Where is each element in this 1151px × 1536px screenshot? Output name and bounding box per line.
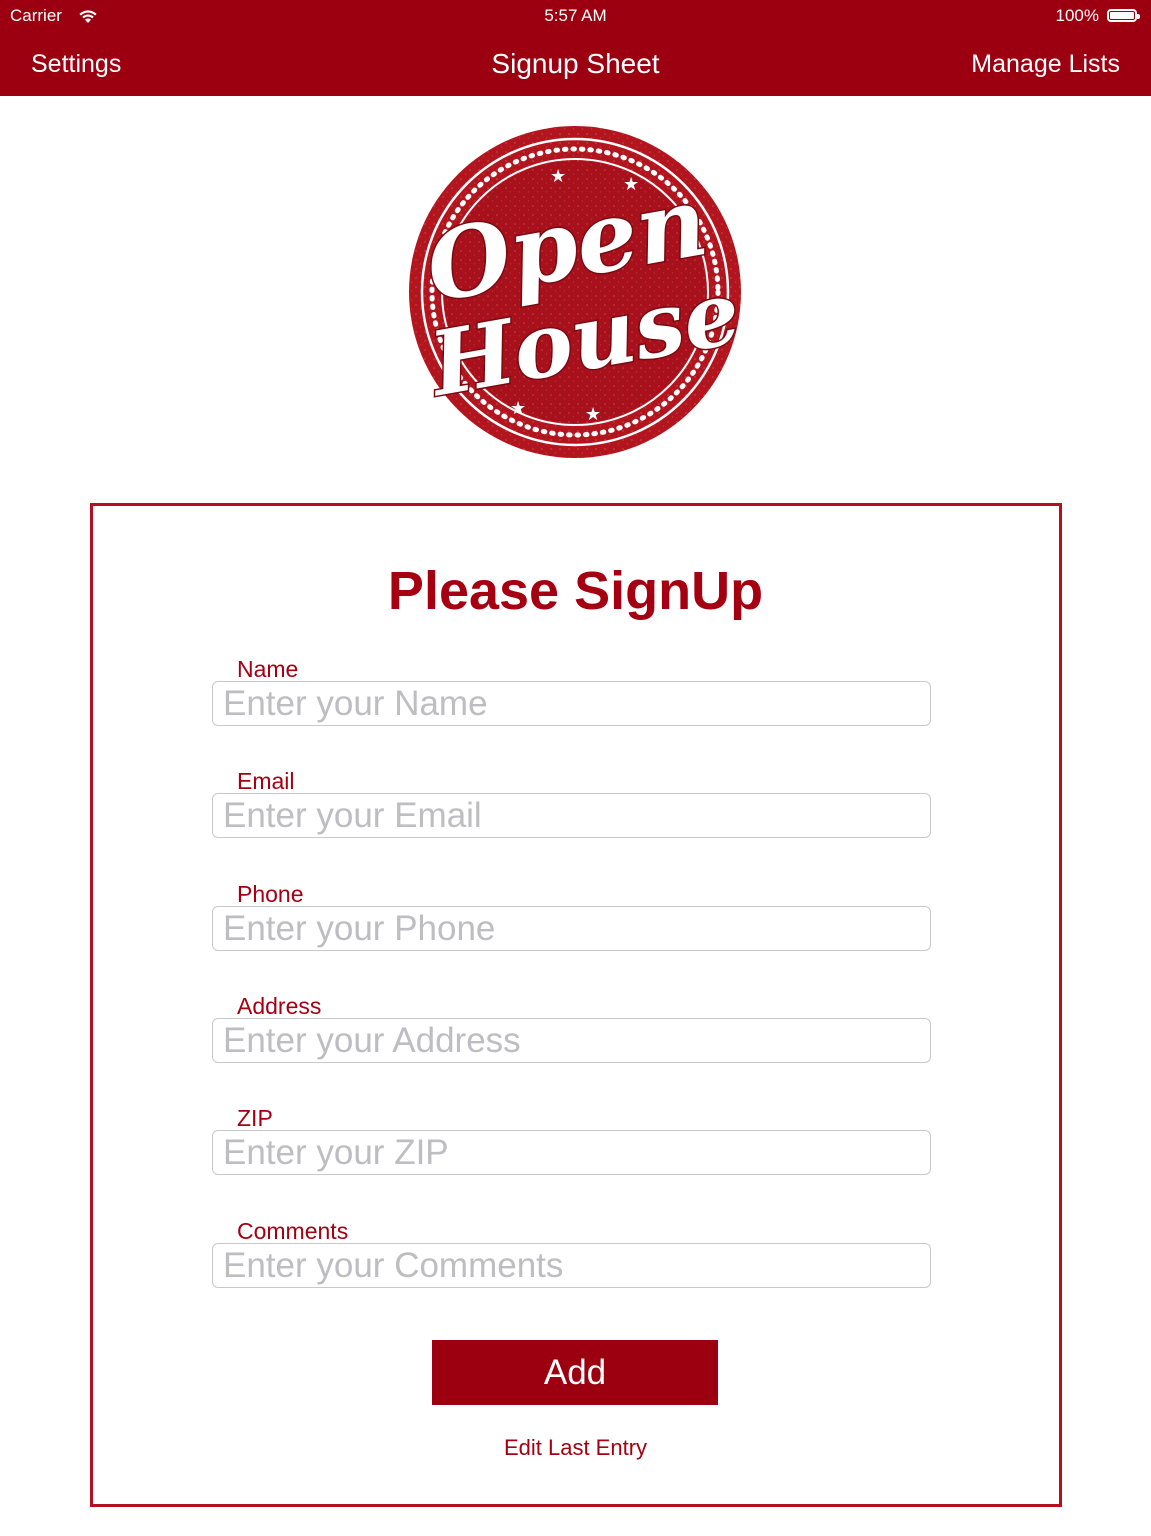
email-label: Email	[237, 768, 295, 794]
form-title: Please SignUp	[387, 561, 764, 621]
name-input[interactable]	[212, 681, 931, 726]
zip-input[interactable]	[212, 1130, 931, 1175]
svg-text:★: ★	[585, 404, 601, 425]
add-button[interactable]: Add	[432, 1340, 718, 1405]
svg-text:★: ★	[550, 166, 566, 187]
comments-label: Comments	[237, 1218, 349, 1244]
zip-label: ZIP	[237, 1105, 273, 1131]
phone-input[interactable]	[212, 906, 931, 951]
navigation-bar: Carrier 5:57 AM 100% Settings Signup She…	[0, 0, 1151, 96]
open-house-stamp-logo: ★ ★ ★ ★ Open House	[409, 126, 745, 458]
settings-button[interactable]: Settings	[31, 46, 121, 82]
email-input[interactable]	[212, 793, 931, 838]
address-input[interactable]	[212, 1018, 931, 1063]
status-time: 5:57 AM	[544, 6, 607, 25]
name-label: Name	[237, 656, 299, 682]
battery-icon	[1107, 9, 1140, 22]
edit-last-entry-row: Edit Last Entry	[0, 1434, 1151, 1462]
comments-input[interactable]	[212, 1243, 931, 1288]
phone-label: Phone	[237, 881, 304, 907]
carrier-label: Carrier	[10, 6, 62, 25]
address-label: Address	[237, 993, 322, 1019]
manage-lists-button[interactable]: Manage Lists	[971, 46, 1120, 82]
battery-percentage: 100%	[1055, 6, 1099, 25]
edit-last-entry-link[interactable]: Edit Last Entry	[504, 1435, 647, 1460]
wifi-icon	[79, 10, 97, 23]
